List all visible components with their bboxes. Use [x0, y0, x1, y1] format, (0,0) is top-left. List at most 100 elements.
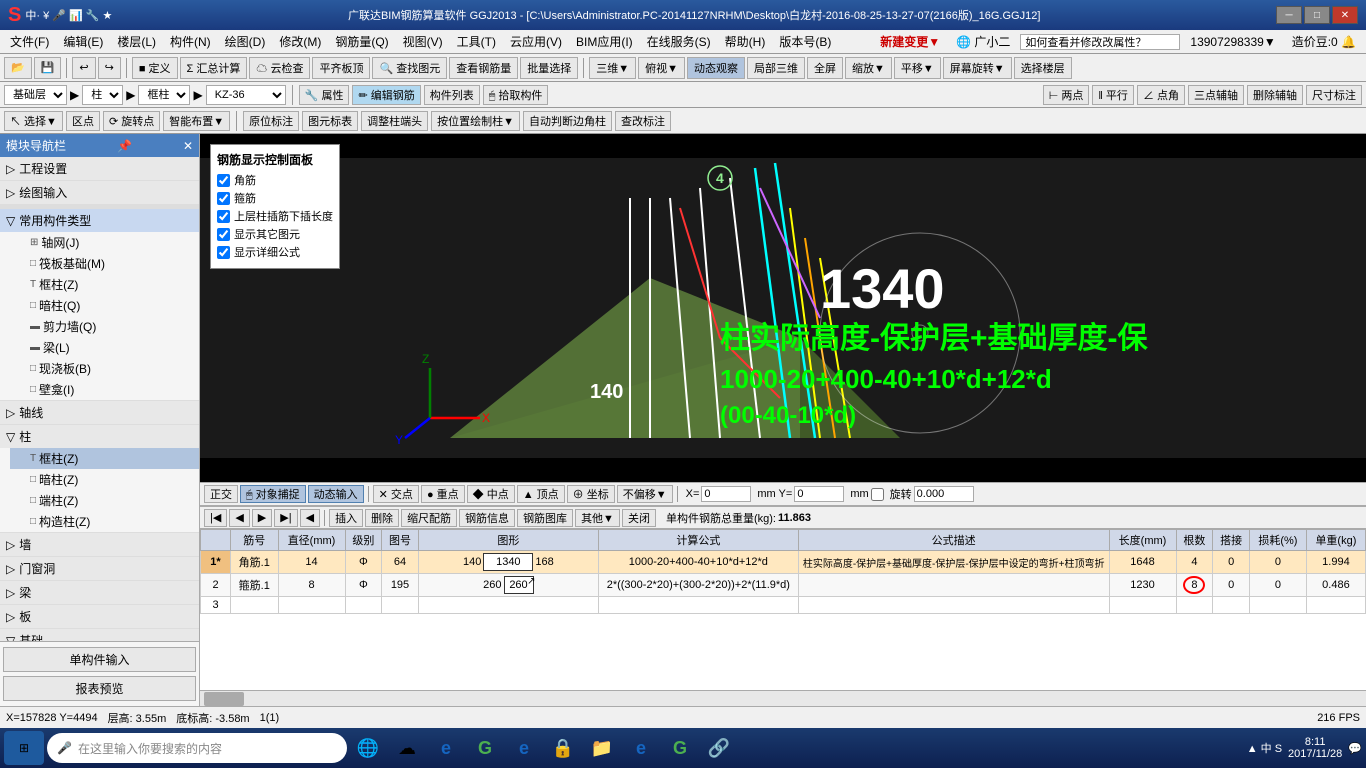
chk-show-other[interactable]: [217, 228, 230, 241]
btn-property[interactable]: 🔧 属性: [299, 85, 350, 105]
btn-next[interactable]: ▶: [252, 509, 272, 527]
search-input[interactable]: [1020, 34, 1180, 50]
btn-coord[interactable]: ⊕ 坐标: [567, 485, 615, 503]
btn-edit-rebar[interactable]: ✏ 编辑钢筋: [352, 85, 420, 105]
menu-view[interactable]: 视图(V): [397, 31, 449, 52]
btn-fullscreen[interactable]: 全屏: [807, 57, 843, 79]
menu-tools[interactable]: 工具(T): [451, 31, 502, 52]
tree-item-end-col[interactable]: □ 端柱(Z): [10, 490, 199, 511]
btn-two-point[interactable]: ⊢ 两点: [1043, 85, 1090, 105]
menu-floor[interactable]: 楼层(L): [111, 31, 162, 52]
tree-item-shear-wall[interactable]: ▬ 剪力墙(Q): [10, 316, 199, 337]
menu-file[interactable]: 文件(F): [4, 31, 55, 52]
btn-dimension[interactable]: 尺寸标注: [1306, 85, 1362, 105]
component-id-dropdown[interactable]: KZ-36: [206, 85, 286, 105]
menu-cloud[interactable]: 云应用(V): [504, 31, 568, 52]
common-types-header[interactable]: ▽ 常用构件类型: [0, 209, 199, 232]
btn-draw-by-pos[interactable]: 按位置绘制柱▼: [431, 111, 520, 131]
nav-close[interactable]: ✕: [183, 139, 193, 153]
bottom-scrollbar[interactable]: [200, 690, 1366, 706]
x-input[interactable]: [701, 486, 751, 502]
btn-3d[interactable]: 三维▼: [589, 57, 636, 79]
btn-check-mark[interactable]: 查改标注: [615, 111, 671, 131]
taskbar-icon-ie2[interactable]: e: [506, 731, 542, 765]
btn-prev[interactable]: ◀: [229, 509, 249, 527]
axis-header[interactable]: ▷ 轴线: [0, 401, 199, 424]
btn-insert[interactable]: 插入: [329, 509, 363, 527]
taskbar-icon-link[interactable]: 🔗: [701, 731, 737, 765]
btn-auto-judge-corner[interactable]: 自动判断边角柱: [523, 111, 612, 131]
btn-origin-mark[interactable]: 原位标注: [243, 111, 299, 131]
menu-online[interactable]: 在线服务(S): [641, 31, 717, 52]
beam-header[interactable]: ▷ 梁: [0, 581, 199, 604]
tree-item-axis[interactable]: ⊞ 轴网(J): [10, 232, 199, 253]
btn-dynamic-input[interactable]: 动态输入: [308, 485, 364, 503]
btn-object-snap[interactable]: 🖱 对象捕捉: [240, 485, 306, 503]
component-dropdown[interactable]: 框柱: [138, 85, 190, 105]
canvas-area[interactable]: 钢筋显示控制面板 角筋 箍筋 上层柱插筋下插长度 显示其它图元: [200, 134, 1366, 482]
door-window-header[interactable]: ▷ 门窗洞: [0, 557, 199, 580]
chk-corner-rebar[interactable]: [217, 174, 230, 187]
btn-batch-select[interactable]: 批量选择: [520, 57, 578, 79]
btn-no-offset[interactable]: 不偏移▼: [617, 485, 673, 503]
y-input[interactable]: [794, 486, 844, 502]
menu-edit[interactable]: 编辑(E): [57, 31, 109, 52]
taskbar-icon-ie3[interactable]: e: [623, 731, 659, 765]
drawing-input-header[interactable]: ▷ 绘图输入: [0, 181, 199, 204]
btn-save[interactable]: 💾: [34, 57, 62, 79]
btn-adjust-head[interactable]: 调整柱端头: [361, 111, 428, 131]
btn-delete[interactable]: 删除: [365, 509, 399, 527]
taskbar-search[interactable]: 🎤 在这里输入你要搜索的内容: [47, 733, 347, 763]
btn-vertex[interactable]: ▲ 顶点: [517, 485, 565, 503]
btn-sum[interactable]: Σ 汇总计算: [180, 57, 248, 79]
btn-single-component[interactable]: 单构件输入: [3, 647, 196, 672]
chk-show-formula[interactable]: [217, 246, 230, 259]
phone-number[interactable]: 13907298339▼: [1184, 33, 1281, 51]
tree-item-dark-col[interactable]: □ 暗柱(Q): [10, 295, 199, 316]
tree-item-niche[interactable]: □ 壁龛(I): [10, 379, 199, 400]
minimize-button[interactable]: ─: [1276, 6, 1302, 24]
btn-zone-point[interactable]: 区点: [66, 111, 100, 131]
btn-define[interactable]: ■ 定义: [132, 57, 178, 79]
btn-rebar-info[interactable]: 钢筋信息: [459, 509, 515, 527]
btn-last[interactable]: ▶|: [274, 509, 297, 527]
btn-component-list[interactable]: 构件列表: [424, 85, 480, 105]
taskbar-icon-g1[interactable]: G: [467, 731, 503, 765]
btn-other[interactable]: 其他▼: [575, 509, 620, 527]
menu-rebar[interactable]: 钢筋量(Q): [329, 31, 394, 52]
tree-item-slab[interactable]: □ 现浇板(B): [10, 358, 199, 379]
tree-item-hidden-col[interactable]: □ 暗柱(Z): [10, 469, 199, 490]
level-dropdown[interactable]: 基础层: [4, 85, 67, 105]
tree-item-construct-col[interactable]: □ 构造柱(Z): [10, 511, 199, 532]
btn-intersection[interactable]: ✕ 交点: [373, 485, 419, 503]
slab-header[interactable]: ▷ 板: [0, 605, 199, 628]
btn-select-floor[interactable]: 选择楼层: [1014, 57, 1072, 79]
btn-close-bottom[interactable]: 关闭: [622, 509, 656, 527]
chk-stirrup[interactable]: [217, 192, 230, 205]
btn-undo[interactable]: ↩: [72, 57, 95, 79]
btn-align-top[interactable]: 平齐板顶: [312, 57, 370, 79]
taskbar-icon-folder[interactable]: 📁: [584, 731, 620, 765]
taskbar-icon-ie[interactable]: e: [428, 731, 464, 765]
btn-open[interactable]: 📂: [4, 57, 32, 79]
new-change-btn[interactable]: 新建变更▼: [874, 31, 946, 52]
wall-header[interactable]: ▷ 墙: [0, 533, 199, 556]
btn-point-angle[interactable]: ∠ 点角: [1137, 85, 1185, 105]
btn-rotate-point[interactable]: ⟳ 旋转点: [103, 111, 160, 131]
btn-pick-component[interactable]: 🖱 拾取构件: [483, 85, 549, 105]
tree-item-frame-col2[interactable]: T 框柱(Z): [10, 448, 199, 469]
menu-draw[interactable]: 绘图(D): [219, 31, 272, 52]
close-button[interactable]: ✕: [1332, 6, 1358, 24]
btn-orthogonal[interactable]: 正交: [204, 485, 238, 503]
menu-component[interactable]: 构件(N): [164, 31, 217, 52]
tree-item-frame-col[interactable]: T 框柱(Z): [10, 274, 199, 295]
btn-dynamic-view[interactable]: 动态观察: [687, 57, 745, 79]
tree-item-beam[interactable]: ▬ 梁(L): [10, 337, 199, 358]
taskbar-icon-lock[interactable]: 🔒: [545, 731, 581, 765]
btn-redo[interactable]: ↪: [98, 57, 121, 79]
taskbar-icon-g2[interactable]: G: [662, 731, 698, 765]
btn-screen-rotate[interactable]: 屏幕旋转▼: [943, 57, 1012, 79]
btn-center[interactable]: ● 重点: [421, 485, 465, 503]
foundation-header[interactable]: ▽ 基础: [0, 629, 199, 641]
btn-cloud-check[interactable]: ☁ 云检查: [249, 57, 310, 79]
